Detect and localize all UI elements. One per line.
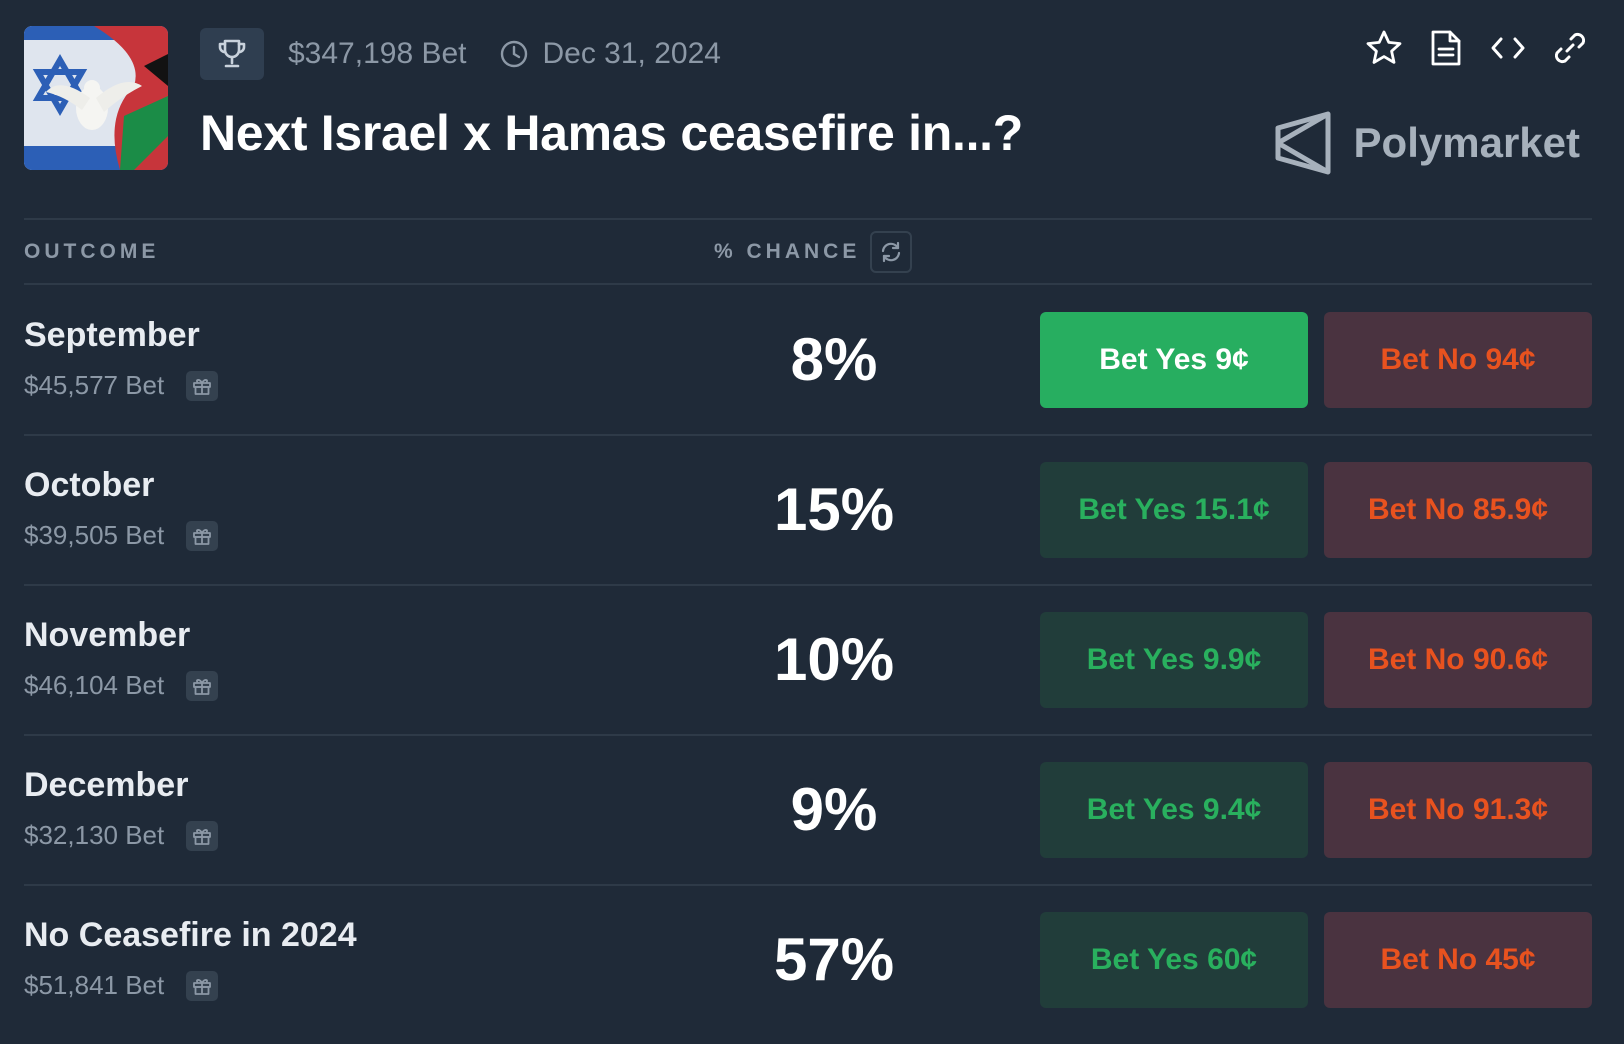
trophy-icon (200, 28, 264, 80)
refresh-button[interactable] (870, 231, 913, 273)
table-header: OUTCOME % CHANCE (24, 230, 1592, 274)
gift-icon[interactable] (186, 370, 219, 401)
gift-icon[interactable] (186, 670, 219, 701)
link-icon[interactable] (1550, 28, 1590, 68)
bet-yes-button[interactable]: Bet Yes 9.9¢ (1040, 612, 1308, 708)
clock-icon (499, 39, 529, 69)
outcome-row: September $45,577 Bet 8% Bet Yes 9¢ Bet … (24, 286, 1592, 436)
table-header-divider (24, 283, 1592, 285)
star-icon[interactable] (1364, 28, 1404, 68)
outcome-row: No Ceasefire in 2024 $51,841 Bet 57% Bet… (24, 886, 1592, 1034)
market-title: Next Israel x Hamas ceasefire in...? (200, 105, 1023, 161)
outcome-name: September (24, 316, 200, 354)
outcome-volume: $51,841 Bet (24, 970, 165, 1000)
bet-no-button[interactable]: Bet No 85.9¢ (1324, 462, 1592, 558)
outcome-name: October (24, 466, 155, 504)
outcome-volume: $45,577 Bet (24, 370, 165, 400)
end-date: Dec 31, 2024 (542, 37, 721, 70)
gift-icon[interactable] (186, 820, 219, 851)
brand-name: Polymarket (1353, 119, 1580, 166)
gift-icon[interactable] (186, 520, 219, 551)
outcome-chance: 15% (773, 475, 895, 543)
refresh-icon (882, 241, 901, 263)
bet-yes-button[interactable]: Bet Yes 9.4¢ (1040, 762, 1308, 858)
header-actions (1364, 28, 1590, 68)
bet-yes-button[interactable]: Bet Yes 15.1¢ (1040, 462, 1308, 558)
polymarket-logo-icon (1275, 111, 1331, 175)
outcome-row: October $39,505 Bet 15% Bet Yes 15.1¢ Be… (24, 436, 1592, 586)
header-divider (24, 218, 1592, 220)
outcome-name: November (24, 616, 191, 654)
column-outcome: OUTCOME (24, 240, 160, 263)
gift-icon[interactable] (186, 970, 219, 1001)
outcome-chance: 57% (773, 925, 895, 993)
column-chance-label: % CHANCE (714, 240, 861, 263)
bet-yes-button[interactable]: Bet Yes 60¢ (1040, 912, 1308, 1008)
outcome-volume: $46,104 Bet (24, 670, 165, 700)
outcome-volume: $32,130 Bet (24, 820, 165, 850)
column-chance: % CHANCE (714, 231, 913, 273)
outcome-chance: 10% (773, 625, 895, 693)
outcome-chance: 9% (790, 775, 878, 843)
outcome-list: September $45,577 Bet 8% Bet Yes 9¢ Bet … (24, 286, 1592, 1034)
code-icon[interactable] (1488, 28, 1528, 68)
bet-no-button[interactable]: Bet No 90.6¢ (1324, 612, 1592, 708)
bet-no-button[interactable]: Bet No 91.3¢ (1324, 762, 1592, 858)
bet-no-button[interactable]: Bet No 94¢ (1324, 312, 1592, 408)
bet-yes-button[interactable]: Bet Yes 9¢ (1040, 312, 1308, 408)
brand[interactable]: Polymarket (1274, 110, 1580, 176)
market-image (24, 26, 168, 170)
market-meta: $347,198 Bet Dec 31, 2024 (200, 27, 721, 81)
bet-no-button[interactable]: Bet No 45¢ (1324, 912, 1592, 1008)
total-volume: $347,198 Bet (288, 37, 467, 70)
outcome-row: December $32,130 Bet 9% Bet Yes 9.4¢ Bet… (24, 736, 1592, 886)
outcome-name: No Ceasefire in 2024 (24, 916, 357, 954)
outcome-chance: 8% (790, 325, 878, 393)
outcome-row: November $46,104 Bet 10% Bet Yes 9.9¢ Be… (24, 586, 1592, 736)
outcome-name: December (24, 766, 189, 804)
outcome-volume: $39,505 Bet (24, 520, 165, 550)
document-icon[interactable] (1426, 28, 1466, 68)
